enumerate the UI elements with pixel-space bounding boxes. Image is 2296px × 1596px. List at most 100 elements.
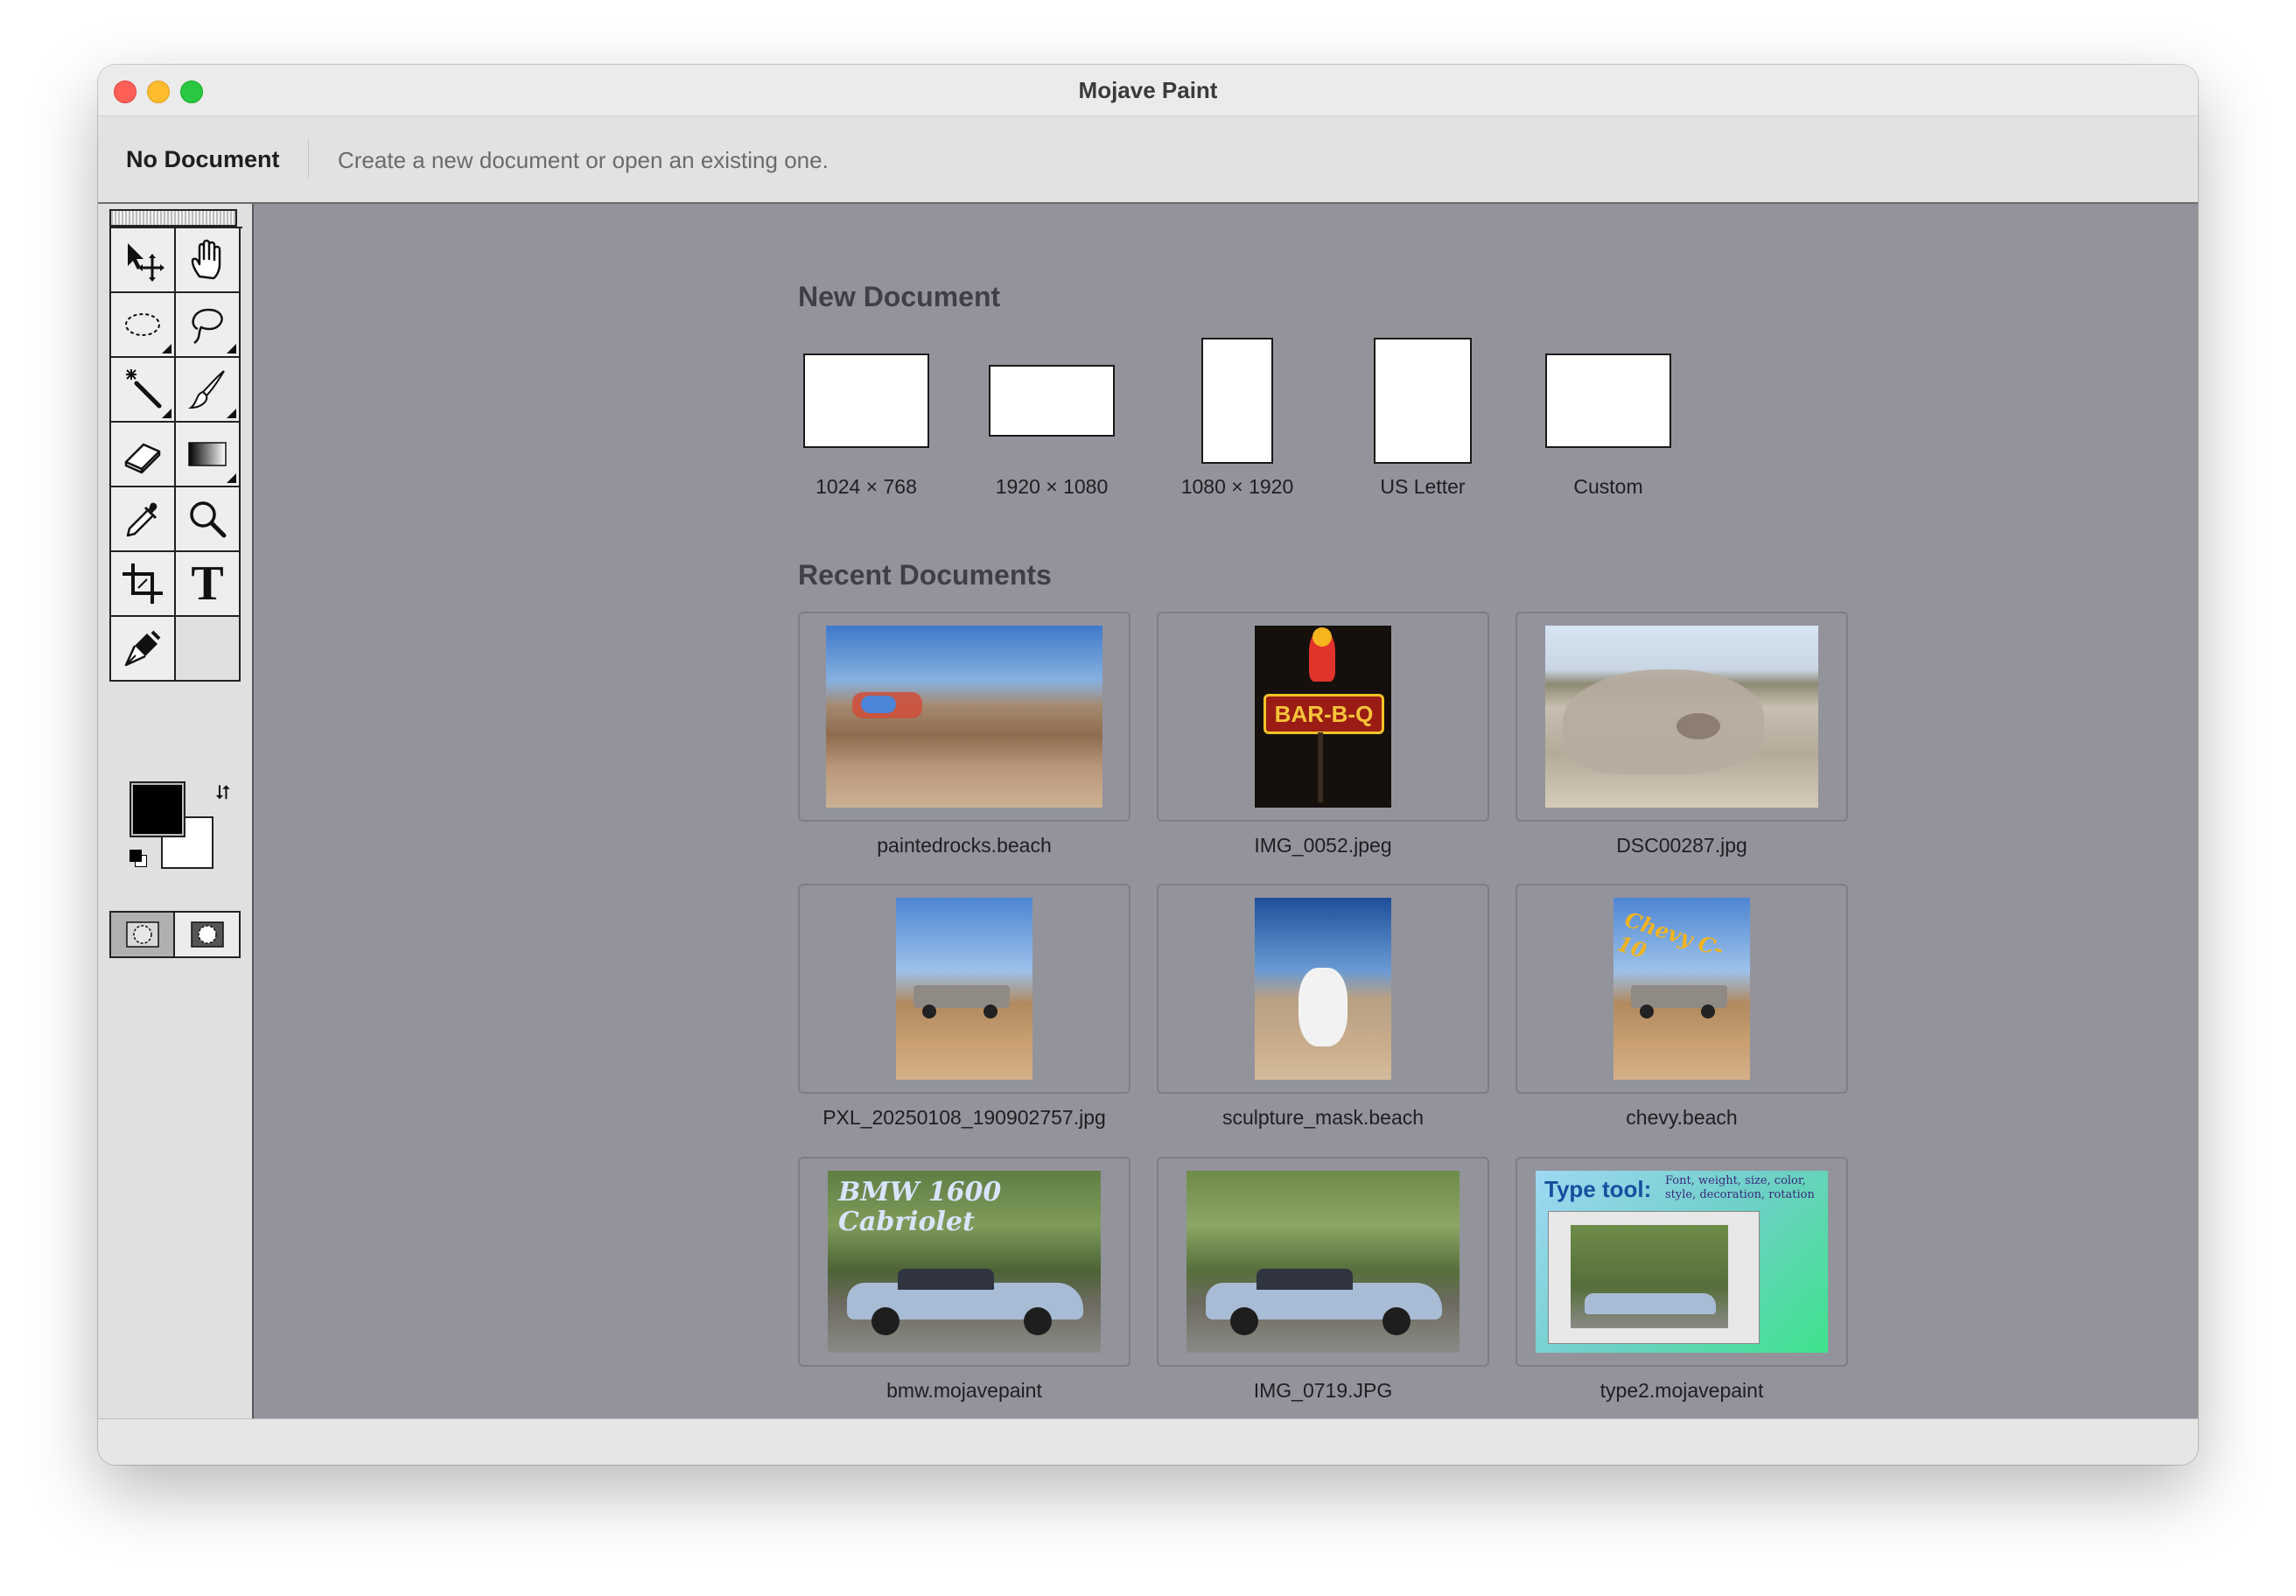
preset-shape	[1201, 338, 1273, 464]
crop-icon	[122, 564, 163, 604]
tool-submenu-indicator	[162, 409, 172, 418]
preset-label: 1024 × 768	[816, 475, 917, 498]
preset-shape	[1545, 354, 1671, 448]
swap-colors-icon[interactable]: ⮃	[215, 781, 231, 804]
gradient-tool[interactable]	[176, 423, 241, 487]
thumbnail-image	[1545, 626, 1818, 808]
color-swatches: ⮃	[130, 781, 231, 879]
preset-1024x768[interactable]: 1024 × 768	[779, 335, 954, 499]
thumbnail-overlay-text: Chevy C-10	[1614, 906, 1727, 964]
tool-submenu-indicator	[227, 344, 236, 354]
preset-us-letter[interactable]: US Letter	[1335, 335, 1510, 499]
marquee-tool[interactable]	[111, 293, 176, 358]
recent-document[interactable]: IMG_0719.JPG	[1157, 1157, 1489, 1403]
recent-document[interactable]: Type tool: Font, weight, size, color, st…	[1516, 1157, 1848, 1403]
hand-tool[interactable]	[176, 228, 241, 293]
recent-document[interactable]: Chevy C-10 chevy.beach	[1516, 884, 1848, 1130]
recent-document[interactable]: DSC00287.jpg	[1516, 612, 1848, 858]
quick-mask-mode-button[interactable]	[175, 913, 239, 956]
recent-thumbnail-card: Chevy C-10	[1516, 884, 1848, 1094]
eraser-icon	[124, 443, 161, 474]
preset-label: 1920 × 1080	[995, 475, 1109, 498]
recent-thumbnail-card	[1157, 884, 1489, 1094]
eyedropper-icon	[126, 502, 158, 537]
zoom-tool[interactable]	[176, 487, 241, 552]
preset-1080x1920[interactable]: 1080 × 1920	[1150, 335, 1325, 499]
preset-shape	[1374, 338, 1472, 464]
preset-custom[interactable]: Custom	[1521, 335, 1696, 499]
recent-thumbnail-card	[798, 612, 1130, 822]
tool-submenu-indicator	[227, 473, 236, 483]
recent-thumbnail-card: BAR-B-Q	[1157, 612, 1489, 822]
foreground-color-swatch[interactable]	[130, 781, 186, 837]
default-colors-icon[interactable]	[130, 850, 147, 867]
preset-label: US Letter	[1380, 475, 1466, 498]
thumbnail-image	[896, 898, 1032, 1080]
thumbnail-overlay-text: Type tool:	[1544, 1176, 1652, 1202]
brush-icon	[188, 370, 225, 410]
zoom-icon	[190, 501, 227, 538]
recent-thumbnail-card	[798, 884, 1130, 1094]
thumbnail-image	[1186, 1171, 1460, 1353]
recent-document-name: IMG_0719.JPG	[1253, 1379, 1393, 1402]
text-tool[interactable]: T	[176, 552, 241, 617]
move-tool[interactable]	[111, 228, 176, 293]
recent-document[interactable]: BAR-B-Q IMG_0052.jpeg	[1157, 612, 1489, 858]
quick-mask-icon	[190, 921, 224, 948]
recent-document-name: IMG_0052.jpeg	[1254, 834, 1392, 857]
move-icon	[128, 243, 164, 282]
thumbnail-image: BAR-B-Q	[1255, 626, 1391, 808]
preset-1920x1080[interactable]: 1920 × 1080	[964, 335, 1139, 499]
hand-icon	[191, 239, 221, 280]
recent-thumbnail-card	[1516, 612, 1848, 822]
recent-document[interactable]: paintedrocks.beach	[798, 612, 1130, 858]
thumbnail-image: Type tool: Font, weight, size, color, st…	[1536, 1171, 1828, 1353]
preset-shape	[989, 365, 1115, 437]
thumbnail-overlay-text: BMW 1600 Cabriolet	[838, 1177, 1002, 1237]
brush-tool[interactable]	[176, 358, 241, 423]
lasso-icon	[192, 308, 223, 344]
recent-thumbnail-card	[1157, 1157, 1489, 1367]
recent-document[interactable]: PXL_20250108_190902757.jpg	[798, 884, 1130, 1130]
eyedropper-tool[interactable]	[111, 487, 176, 552]
start-screen: New Document 1024 × 768 1920 × 1080 1080…	[254, 204, 2198, 1418]
crop-tool[interactable]	[111, 552, 176, 617]
recent-document-name: chevy.beach	[1626, 1106, 1738, 1129]
thumbnail-image: Chevy C-10	[1614, 898, 1750, 1080]
new-document-heading: New Document	[798, 281, 1001, 312]
empty-tool-slot	[176, 617, 241, 682]
magic-wand-tool[interactable]	[111, 358, 176, 423]
pen-tool[interactable]	[111, 617, 176, 682]
recent-document[interactable]: sculpture_mask.beach	[1157, 884, 1489, 1130]
tool-grid: T	[109, 227, 242, 682]
thumbnail-overlay-subtext: Font, weight, size, color, style, decora…	[1665, 1174, 1815, 1201]
tool-submenu-indicator	[162, 344, 172, 354]
recent-document-name: paintedrocks.beach	[877, 834, 1052, 857]
preset-shape	[803, 354, 929, 448]
eraser-tool[interactable]	[111, 423, 176, 487]
magic-wand-icon	[126, 369, 162, 409]
recent-document-name: bmw.mojavepaint	[886, 1379, 1042, 1402]
title-bar: Mojave Paint	[98, 65, 2198, 116]
thumbnail-image	[1255, 898, 1391, 1080]
recent-document-name: type2.mojavepaint	[1600, 1379, 1764, 1402]
recent-documents-heading: Recent Documents	[798, 559, 1052, 591]
recent-document-name: DSC00287.jpg	[1616, 834, 1747, 857]
gradient-icon	[188, 442, 227, 466]
standard-mode-button[interactable]	[111, 913, 175, 956]
thumbnail-image: BMW 1600 Cabriolet	[828, 1171, 1101, 1353]
mask-mode-toggle	[109, 911, 241, 958]
pen-nib-icon	[124, 630, 161, 667]
recent-document[interactable]: BMW 1600 Cabriolet bmw.mojavepaint	[798, 1157, 1130, 1403]
recent-document-name: sculpture_mask.beach	[1222, 1106, 1424, 1129]
recent-thumbnail-card: Type tool: Font, weight, size, color, st…	[1516, 1157, 1848, 1367]
preset-label: Custom	[1573, 475, 1643, 498]
recent-thumbnail-card: BMW 1600 Cabriolet	[798, 1157, 1130, 1367]
palette-drag-handle[interactable]	[109, 209, 237, 227]
ellipse-marquee-icon	[125, 313, 160, 336]
tool-palette: T ⮃	[98, 204, 254, 1418]
lasso-tool[interactable]	[176, 293, 241, 358]
window-title: Mojave Paint	[1078, 77, 1218, 103]
app-window: Mojave Paint No Document Create a new do…	[98, 65, 2198, 1465]
document-hint: Create a new document or open an existin…	[338, 147, 829, 173]
